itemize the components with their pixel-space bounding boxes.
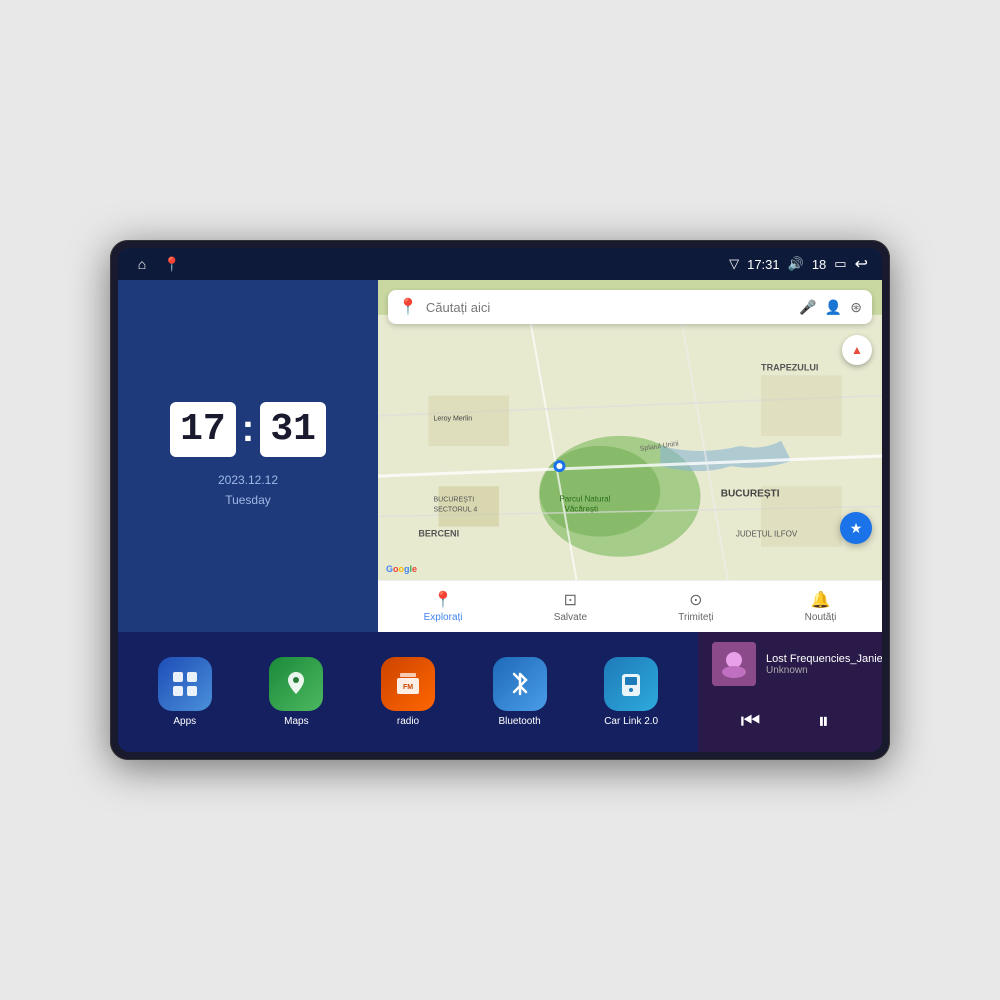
map-compass[interactable]: ▲ [842, 335, 872, 365]
map-area[interactable]: TRAPEZULUI BUCUREȘTI JUDEȚUL ILFOV BERCE… [378, 280, 882, 632]
main-area: 17 : 31 2023.12.12 Tuesday [118, 280, 882, 752]
clock-display: 17 : 31 [170, 402, 326, 457]
music-info: Lost Frequencies_Janieck Devy-... Unknow… [766, 653, 882, 676]
battery-icon: ▭ [834, 256, 846, 272]
clock-widget: 17 : 31 2023.12.12 Tuesday [118, 280, 378, 632]
clock-colon: : [242, 408, 255, 451]
map-search-text: Căutați aici [426, 300, 791, 315]
carlink-label: Car Link 2.0 [604, 716, 658, 727]
volume-icon: 🔊 [788, 256, 804, 272]
clock-minute: 31 [260, 402, 326, 457]
map-pin-icon: 📍 [398, 297, 418, 317]
news-icon: 🔔 [811, 590, 831, 610]
music-playpause-button[interactable]: ⏸ [808, 704, 839, 738]
apps-label: Apps [173, 716, 196, 727]
app-item-radio[interactable]: FM radio [381, 657, 435, 727]
bluetooth-label: Bluetooth [498, 716, 540, 727]
saved-icon: ⊡ [564, 590, 577, 610]
music-thumbnail [712, 642, 756, 686]
music-title: Lost Frequencies_Janieck Devy-... [766, 653, 882, 665]
back-icon[interactable]: ↩ [855, 254, 868, 274]
bottom-section: Apps Maps [118, 632, 882, 752]
app-item-maps[interactable]: Maps [269, 657, 323, 727]
status-left: ⌂ 📍 [132, 254, 182, 274]
map-mic-icon[interactable]: 🎤 [799, 299, 816, 316]
svg-text:BERCENI: BERCENI [418, 529, 459, 539]
app-item-carlink[interactable]: Car Link 2.0 [604, 657, 658, 727]
app-item-bluetooth[interactable]: Bluetooth [493, 657, 547, 727]
screen: ⌂ 📍 ▽ 17:31 🔊 18 ▭ ↩ 17 : [118, 248, 882, 752]
music-controls: ⏮ ⏸ ⏭ [712, 700, 882, 742]
top-section: 17 : 31 2023.12.12 Tuesday [118, 280, 882, 632]
svg-text:FM: FM [403, 684, 413, 691]
apps-icon [158, 657, 212, 711]
svg-text:BUCUREȘTI: BUCUREȘTI [433, 496, 474, 503]
map-bottom-nav: 📍 Explorați ⊡ Salvate ⊙ Trimiteți 🔔 [378, 580, 882, 632]
music-player: Lost Frequencies_Janieck Devy-... Unknow… [698, 632, 882, 752]
map-search-bar[interactable]: 📍 Căutați aici 🎤 👤 ⊛ [388, 290, 872, 324]
google-logo: Google [386, 564, 417, 574]
music-prev-button[interactable]: ⏮ [731, 704, 771, 738]
send-icon: ⊙ [689, 590, 702, 610]
maps-icon [269, 657, 323, 711]
radio-label: radio [397, 716, 419, 727]
map-nav-saved[interactable]: ⊡ Salvate [554, 590, 587, 623]
carlink-icon [604, 657, 658, 711]
app-item-apps[interactable]: Apps [158, 657, 212, 727]
svg-text:JUDEȚUL ILFOV: JUDEȚUL ILFOV [736, 530, 798, 539]
map-account-icon[interactable]: 👤 [825, 299, 842, 316]
svg-text:SECTORUL 4: SECTORUL 4 [433, 506, 477, 513]
clock-date: 2023.12.12 Tuesday [218, 471, 278, 509]
signal-icon: ▽ [729, 256, 739, 272]
device-shell: ⌂ 📍 ▽ 17:31 🔊 18 ▭ ↩ 17 : [110, 240, 890, 760]
radio-icon: FM [381, 657, 435, 711]
clock-hour: 17 [170, 402, 236, 457]
music-top: Lost Frequencies_Janieck Devy-... Unknow… [712, 642, 882, 686]
svg-text:TRAPEZULUI: TRAPEZULUI [761, 362, 818, 372]
status-bar: ⌂ 📍 ▽ 17:31 🔊 18 ▭ ↩ [118, 248, 882, 280]
maps-label: Maps [284, 716, 308, 727]
battery-level: 18 [812, 257, 826, 272]
status-time: 17:31 [747, 257, 780, 272]
status-right: ▽ 17:31 🔊 18 ▭ ↩ [729, 254, 868, 274]
map-nav-send[interactable]: ⊙ Trimiteți [678, 590, 713, 623]
svg-text:Parcul Natural: Parcul Natural [559, 494, 610, 503]
maps-small-icon[interactable]: 📍 [162, 254, 182, 274]
music-next-button[interactable]: ⏭ [876, 704, 882, 738]
apps-dock: Apps Maps [118, 632, 698, 752]
music-artist: Unknown [766, 665, 882, 676]
map-nav-fab[interactable]: ★ [840, 512, 872, 544]
svg-text:BUCUREȘTI: BUCUREȘTI [721, 488, 780, 499]
home-icon[interactable]: ⌂ [132, 254, 152, 274]
svg-text:Leroy Merlin: Leroy Merlin [433, 416, 472, 423]
bluetooth-icon [493, 657, 547, 711]
map-nav-news[interactable]: 🔔 Noutăți [805, 590, 837, 623]
explore-icon: 📍 [433, 590, 453, 610]
svg-text:Văcărești: Văcărești [564, 504, 598, 513]
map-layers-icon[interactable]: ⊛ [850, 299, 862, 316]
map-nav-explore[interactable]: 📍 Explorați [424, 590, 463, 623]
